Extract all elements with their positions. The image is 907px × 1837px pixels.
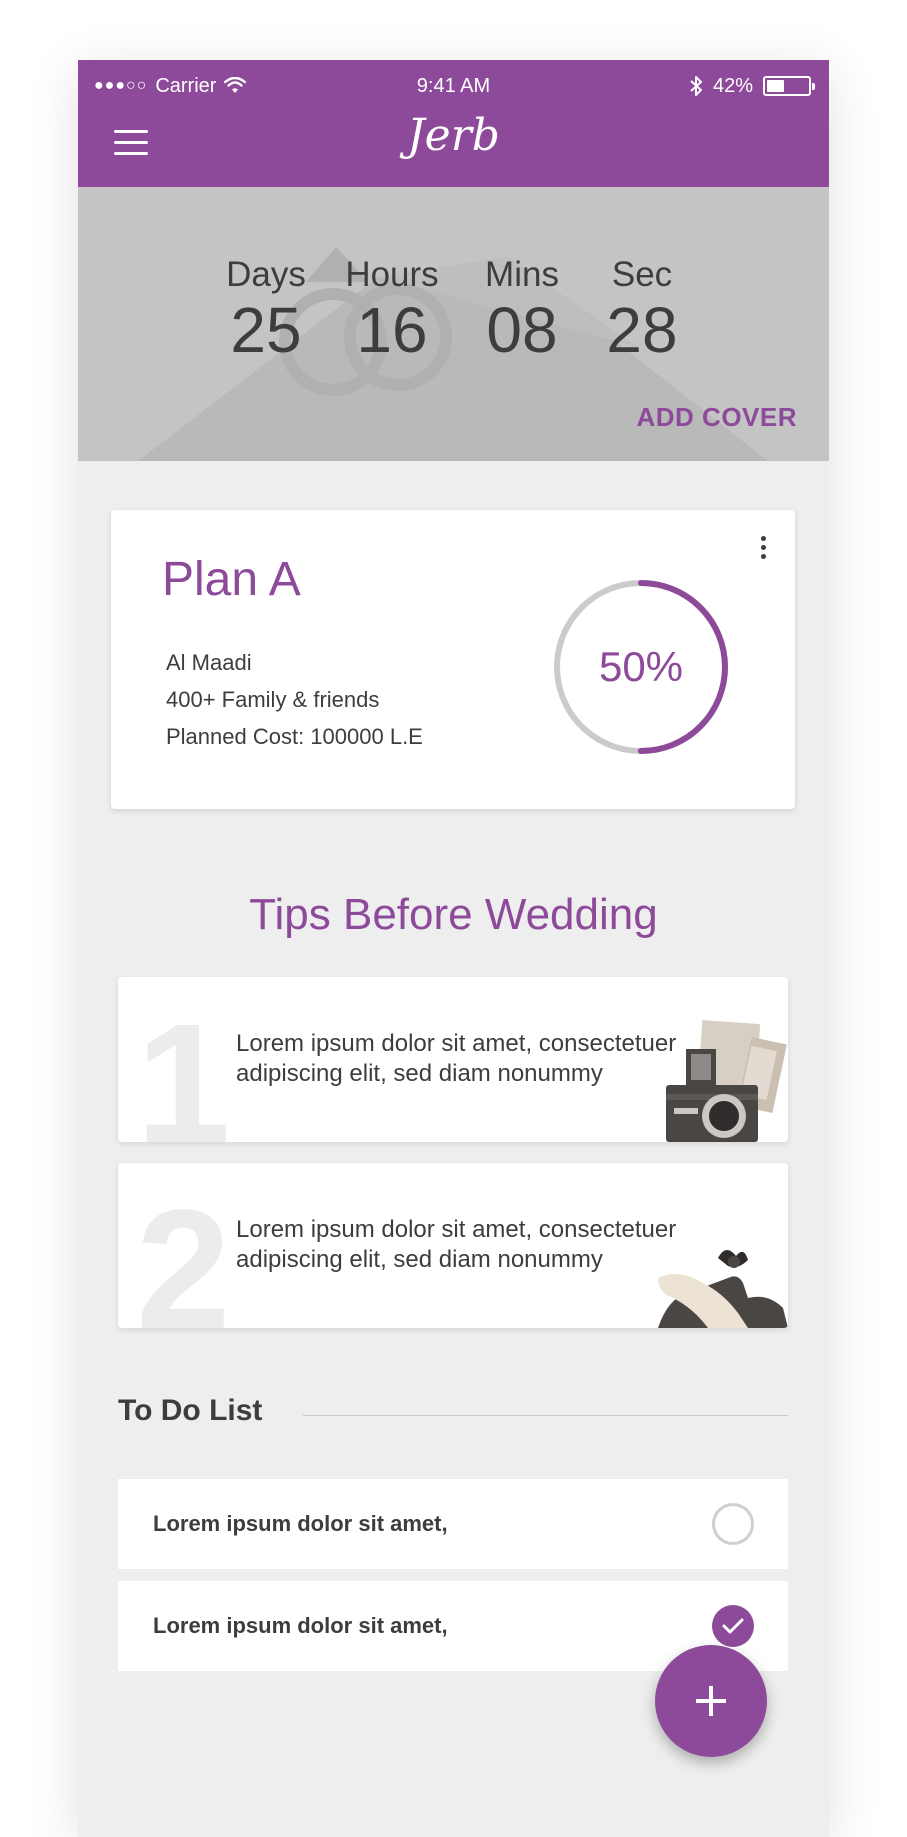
countdown-hours: Hours 16 [332, 255, 452, 365]
app-header: ●●●○○ Carrier 9:41 AM 42% Jerb [78, 60, 829, 187]
todo-checkbox[interactable] [712, 1503, 754, 1545]
countdown-value: 08 [486, 294, 558, 366]
countdown-mins: Mins 08 [462, 255, 582, 365]
countdown-label: Mins [485, 255, 559, 294]
phone-screen: ●●●○○ Carrier 9:41 AM 42% Jerb Days 25 H… [78, 60, 829, 1837]
plan-location: Al Maadi [166, 650, 252, 675]
plan-guests: 400+ Family & friends [166, 687, 380, 712]
todo-item[interactable]: Lorem ipsum dolor sit amet, [118, 1479, 788, 1569]
battery-fill [767, 80, 784, 92]
battery-tip [812, 83, 815, 90]
status-battery-group: 42% [689, 74, 815, 98]
countdown-value: 28 [606, 294, 678, 366]
countdown-label: Hours [345, 255, 439, 294]
app-logo: Jerb [407, 110, 500, 161]
shoes-illustration [658, 1249, 788, 1328]
countdown-label: Days [226, 255, 306, 294]
countdown-label: Sec [611, 255, 673, 294]
countdown-value: 16 [356, 294, 428, 366]
todo-checkbox-checked[interactable] [712, 1605, 754, 1647]
todo-text: Lorem ipsum dolor sit amet, [153, 1613, 448, 1638]
add-button[interactable] [655, 1645, 767, 1757]
tip-number: 1 [136, 989, 231, 1142]
tip-card[interactable]: 2 Lorem ipsum dolor sit amet, consectetu… [118, 1163, 788, 1328]
todo-text: Lorem ipsum dolor sit amet, [153, 1511, 448, 1536]
countdown-value: 25 [230, 294, 302, 366]
todo-divider [303, 1415, 788, 1416]
add-cover-button[interactable]: ADD COVER [636, 402, 797, 433]
cover-area: Days 25 Hours 16 Mins 08 Sec 28 ADD COVE… [78, 187, 829, 461]
battery-icon [763, 76, 815, 96]
battery-percent: 42% [712, 75, 753, 97]
progress-percent: 50% [598, 643, 684, 690]
tip-card[interactable]: 1 Lorem ipsum dolor sit amet, consectetu… [118, 977, 788, 1142]
check-icon [722, 1618, 744, 1634]
countdown-timer: Days 25 Hours 16 Mins 08 Sec 28 [78, 255, 829, 375]
plan-card[interactable]: Plan A Al Maadi 400+ Family & friends Pl… [111, 510, 795, 809]
countdown-sec: Sec 28 [582, 255, 702, 365]
tip-text: Lorem ipsum dolor sit amet, consectetuer… [236, 1030, 677, 1087]
tips-title: Tips Before Wedding [249, 890, 658, 939]
plan-cost: Planned Cost: 100000 L.E [166, 724, 423, 749]
todo-title: To Do List [118, 1394, 263, 1427]
bluetooth-icon [690, 76, 702, 96]
tip-number: 2 [136, 1175, 231, 1328]
tip-text: Lorem ipsum dolor sit amet, consectetuer… [236, 1216, 677, 1273]
countdown-days: Days 25 [206, 255, 326, 365]
plus-icon-vertical [709, 1686, 713, 1716]
more-options-icon[interactable] [757, 534, 769, 562]
plan-title: Plan A [162, 553, 301, 606]
camera-illustration [666, 1020, 787, 1142]
